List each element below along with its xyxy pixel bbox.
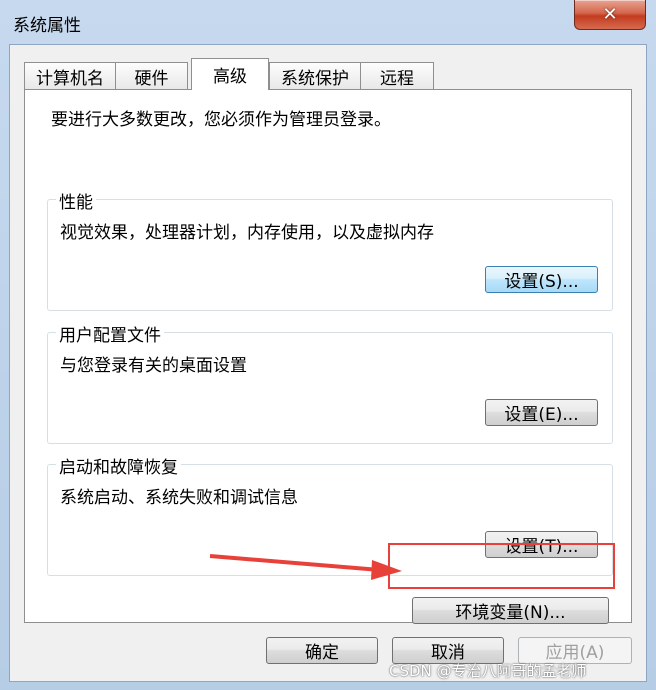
user-profiles-settings-button[interactable]: 设置(E)...: [485, 399, 598, 426]
tab-computer-name[interactable]: 计算机名: [24, 62, 116, 89]
title-bar[interactable]: 系统属性 ✕: [0, 0, 656, 44]
performance-title: 性能: [56, 188, 96, 213]
ok-button[interactable]: 确定: [266, 637, 378, 664]
tab-system-protection[interactable]: 系统保护: [269, 62, 361, 89]
tab-label: 高级: [213, 67, 247, 87]
user-profiles-title: 用户配置文件: [56, 321, 164, 346]
environment-variables-button[interactable]: 环境变量(N)...: [412, 597, 609, 624]
close-icon: ✕: [602, 4, 618, 25]
tab-hardware[interactable]: 硬件: [115, 62, 188, 89]
tab-remote[interactable]: 远程: [360, 62, 434, 89]
performance-group: 性能 视觉效果，处理器计划，内存使用，以及虚拟内存 设置(S)...: [47, 188, 613, 311]
user-profiles-group: 用户配置文件 与您登录有关的桌面设置 设置(E)...: [47, 321, 613, 444]
tab-label: 计算机名: [36, 68, 104, 89]
tab-label: 系统保护: [281, 68, 349, 89]
performance-settings-button[interactable]: 设置(S)...: [485, 266, 598, 293]
window-title: 系统属性: [13, 16, 81, 36]
performance-desc: 视觉效果，处理器计划，内存使用，以及虚拟内存: [60, 223, 434, 243]
annotation-highlight-box: [388, 543, 615, 589]
system-properties-window: 系统属性 ✕ 计算机名 硬件 高级 系统保护 远程 要进行大多数更改，您必须作为…: [0, 0, 656, 690]
startup-recovery-title: 启动和故障恢复: [56, 453, 181, 478]
user-profiles-desc: 与您登录有关的桌面设置: [60, 356, 247, 376]
watermark: CSDN @专治八阿哥的孟老师: [389, 662, 587, 680]
tab-advanced[interactable]: 高级: [191, 58, 269, 90]
close-button[interactable]: ✕: [574, 0, 646, 30]
admin-notice: 要进行大多数更改，您必须作为管理员登录。: [51, 110, 391, 130]
startup-recovery-desc: 系统启动、系统失败和调试信息: [60, 488, 298, 508]
tab-label: 远程: [380, 68, 414, 89]
tab-label: 硬件: [134, 68, 169, 89]
